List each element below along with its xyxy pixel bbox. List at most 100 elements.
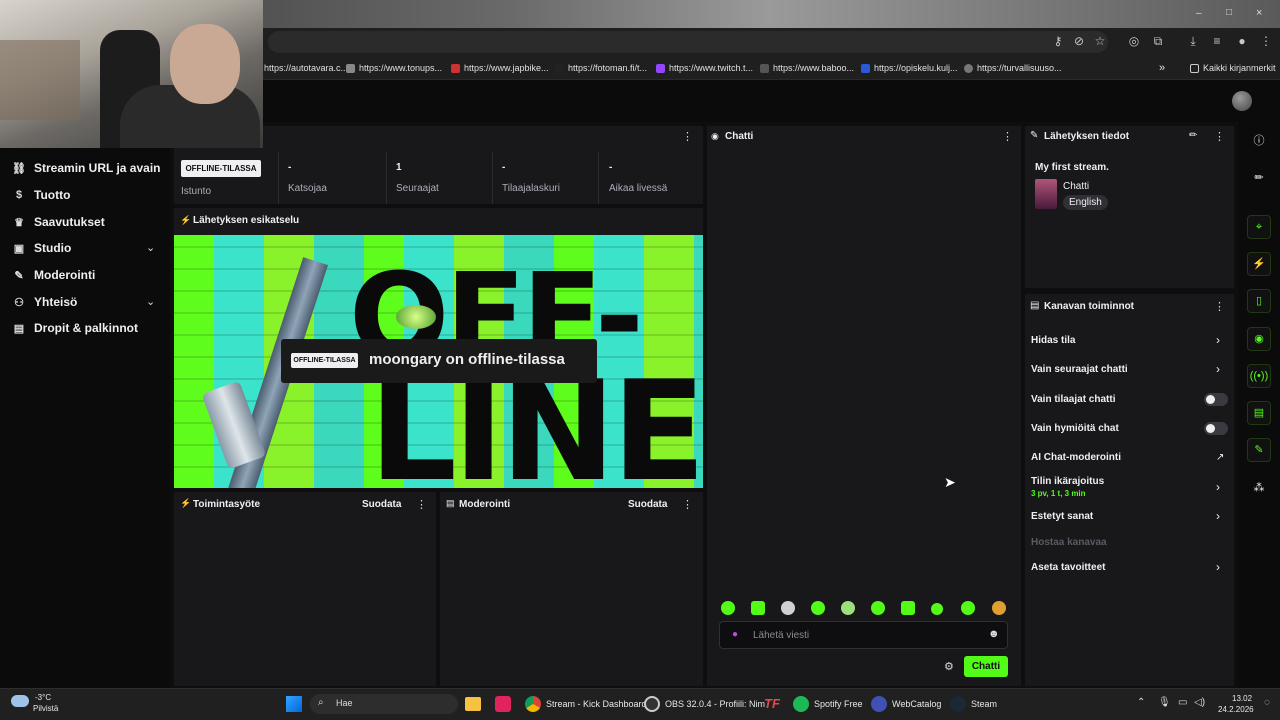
bookmark-8[interactable]: https://turvallisuuso... <box>964 61 1062 75</box>
network-icon[interactable]: ▭ <box>1178 697 1187 708</box>
emote-icon[interactable] <box>721 601 735 615</box>
chevron-up-icon[interactable]: ⌃ <box>1137 697 1145 708</box>
shapes-icon[interactable]: ⁂ <box>1250 479 1268 497</box>
moderation-filter-button[interactable]: Suodata <box>628 499 667 510</box>
avatar[interactable] <box>1232 91 1252 111</box>
extension-icon[interactable]: ◎ <box>1126 33 1142 49</box>
windows-start-icon[interactable] <box>286 696 302 712</box>
account-age-label[interactable]: Tilin ikärajoitus <box>1031 476 1104 487</box>
slow-mode-label[interactable]: Hidas tila <box>1031 335 1075 346</box>
bookmark-4[interactable]: https://fotoman.fi/t... <box>555 61 647 75</box>
bookmark-2[interactable]: https://www.tonups... <box>346 61 442 75</box>
taskbar-app-obs[interactable]: OBS 32.0.4 - Profiili: Nim <box>644 696 765 712</box>
more-options-icon[interactable]: ⋮ <box>1214 300 1225 313</box>
gear-icon[interactable]: ⚙ <box>944 660 954 673</box>
document-icon[interactable]: ▯ <box>1247 289 1271 313</box>
sidebar-item-revenue[interactable]: $ Tuotto <box>12 185 70 205</box>
more-options-icon[interactable]: ⋮ <box>682 130 693 143</box>
menu-icon[interactable]: ⋮ <box>1258 33 1274 49</box>
download-icon[interactable]: ⤓ <box>1185 33 1201 49</box>
emote-icon[interactable] <box>781 601 795 615</box>
chevron-down-icon[interactable]: ⌄ <box>146 241 155 254</box>
more-options-icon[interactable]: ⋮ <box>1214 130 1225 143</box>
bookmark-1[interactable]: https://autotavara.c... <box>264 61 348 75</box>
key-icon[interactable]: ⚷ <box>1050 33 1066 49</box>
bookmark-7[interactable]: https://opiskelu.kulj... <box>861 61 958 75</box>
close-button[interactable]: × <box>1256 7 1270 19</box>
banned-words-label[interactable]: Estetyt sanat <box>1031 511 1093 522</box>
bookmark-3[interactable]: https://www.japbike... <box>451 61 549 75</box>
eye-off-icon[interactable]: ⊘ <box>1071 33 1087 49</box>
emote-icon[interactable] <box>931 603 943 615</box>
chat-input[interactable]: ● Lähetä viesti ☻ <box>719 621 1008 649</box>
wrench-icon[interactable]: ✎ <box>1247 438 1271 462</box>
sidebar-item-drops[interactable]: ▤ Dropit & palkinnot <box>12 318 138 338</box>
microphone-icon[interactable]: ● <box>732 629 738 640</box>
notification-icon[interactable]: ◌ <box>1264 697 1270 708</box>
chevron-right-icon[interactable]: › <box>1216 480 1220 494</box>
list-icon[interactable]: ▤ <box>1247 401 1271 425</box>
emotes-only-toggle[interactable] <box>1204 422 1228 435</box>
activity-filter-button[interactable]: Suodata <box>362 499 401 510</box>
followers-only-label[interactable]: Vain seuraajat chatti <box>1031 364 1128 375</box>
all-bookmarks[interactable]: Kaikki kirjanmerkit <box>1190 61 1276 75</box>
chevron-right-icon[interactable]: › <box>1216 333 1220 347</box>
weather-desc[interactable]: Pilvistä <box>33 704 58 713</box>
puzzle-icon[interactable]: ⧉ <box>1150 33 1166 49</box>
chevron-down-icon[interactable]: ⌄ <box>146 295 155 308</box>
app-icon[interactable]: TF <box>764 696 780 711</box>
emote-icon[interactable] <box>871 601 885 615</box>
taskbar-search[interactable]: ⌕ Hae <box>310 694 458 714</box>
emote-icon[interactable] <box>901 601 915 615</box>
address-bar[interactable] <box>268 31 1108 53</box>
set-goals-label[interactable]: Aseta tavoitteet <box>1031 562 1105 573</box>
subscribers-only-toggle[interactable] <box>1204 393 1228 406</box>
chevron-right-icon[interactable]: › <box>1216 362 1220 376</box>
sidebar-item-moderation[interactable]: ✎ Moderointi <box>12 265 95 285</box>
taskbar-date[interactable]: 24.2.2026 <box>1218 705 1254 714</box>
volume-icon[interactable]: ◁) <box>1194 697 1205 708</box>
sidebar-item-achievements[interactable]: ♛ Saavutukset <box>12 212 105 232</box>
chevron-right-icon[interactable]: › <box>1216 560 1220 574</box>
emoji-icon[interactable]: ☻ <box>988 628 1000 640</box>
emote-icon[interactable] <box>992 601 1006 615</box>
external-link-icon[interactable]: ↗ <box>1216 452 1224 463</box>
emote-icon[interactable] <box>961 601 975 615</box>
edit-icon[interactable]: ✏ <box>1189 130 1197 141</box>
tiktok-icon[interactable] <box>495 696 511 712</box>
profile-icon[interactable]: ● <box>1234 33 1250 49</box>
maximize-button[interactable]: □ <box>1226 7 1240 19</box>
weather-temp[interactable]: -3°C <box>35 693 51 702</box>
sidebar-item-studio[interactable]: ▣ Studio <box>12 238 72 258</box>
more-bookmarks-chevron-icon[interactable]: » <box>1159 61 1165 75</box>
taskbar-app-steam[interactable]: Steam <box>950 696 997 712</box>
sidebar-item-community[interactable]: ⚇ Yhteisö <box>12 292 77 312</box>
taskbar-time[interactable]: 13.02 <box>1232 694 1252 703</box>
focus-icon[interactable]: ⌖ <box>1247 215 1271 239</box>
taskbar-app-spotify[interactable]: Spotify Free <box>793 696 863 712</box>
more-options-icon[interactable]: ⋮ <box>1002 130 1013 143</box>
ai-moderation-label[interactable]: AI Chat-moderointi <box>1031 452 1121 463</box>
send-chat-button[interactable]: Chatti <box>964 656 1008 677</box>
minimize-button[interactable]: – <box>1196 8 1210 19</box>
taskbar-app-webcatalog[interactable]: WebCatalog <box>871 696 941 712</box>
bookmark-5[interactable]: https://www.twitch.t... <box>656 61 753 75</box>
broadcast-icon[interactable]: ((•)) <box>1247 364 1271 388</box>
emote-icon[interactable] <box>841 601 855 615</box>
microphone-icon[interactable]: 🎙 <box>1158 697 1171 708</box>
chevron-right-icon[interactable]: › <box>1216 509 1220 523</box>
more-options-icon[interactable]: ⋮ <box>682 498 693 511</box>
sidebar-item-stream-url[interactable]: ⛓ Streamin URL ja avain <box>12 158 160 178</box>
edit-icon[interactable]: ✏ <box>1250 169 1268 187</box>
media-icon[interactable]: ≡ <box>1209 33 1225 49</box>
bookmark-6[interactable]: https://www.baboo... <box>760 61 854 75</box>
star-icon[interactable]: ☆ <box>1092 33 1108 49</box>
emote-icon[interactable] <box>811 601 825 615</box>
taskbar-app-chrome[interactable]: Stream - Kick Dashboard <box>525 696 647 712</box>
emote-icon[interactable] <box>751 601 765 615</box>
info-icon[interactable]: ⓘ <box>1250 132 1268 150</box>
more-options-icon[interactable]: ⋮ <box>416 498 427 511</box>
chat-bubble-icon[interactable]: ◉ <box>1247 327 1271 351</box>
lightning-icon[interactable]: ⚡ <box>1247 252 1271 276</box>
file-explorer-icon[interactable] <box>465 697 481 711</box>
